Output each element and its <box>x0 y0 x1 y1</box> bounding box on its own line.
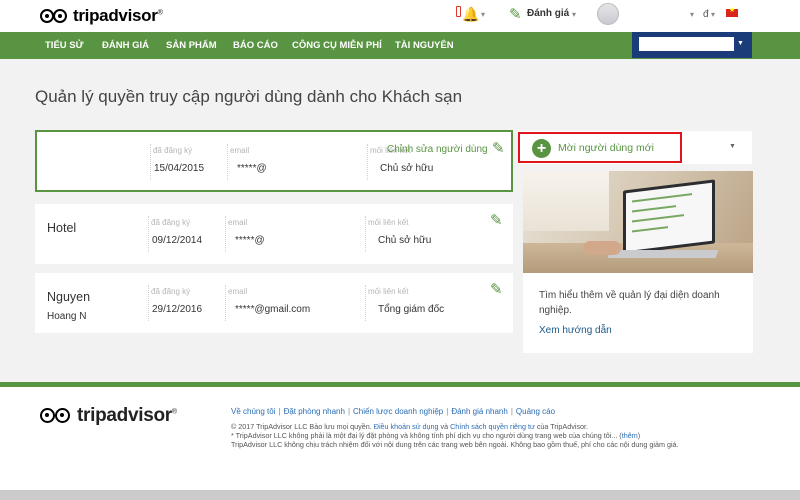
bell-icon[interactable]: 🔔 <box>462 6 479 23</box>
footer-legal-text: © 2017 TripAdvisor LLC Bảo lưu mọi quyền… <box>231 422 711 449</box>
conjunction-text: và <box>438 422 451 431</box>
nav-item-resources[interactable]: TÀI NGUYÊN <box>395 40 454 51</box>
owl-logo-icon <box>40 8 70 25</box>
promo-text: Tìm hiểu thêm về quản lý đại diện doanh … <box>539 290 720 316</box>
footer-link-quick-review[interactable]: Đánh giá nhanh <box>451 407 508 416</box>
currency-selector[interactable]: đ <box>703 9 709 20</box>
property-selector[interactable]: ▼ <box>632 32 752 58</box>
chevron-down-icon[interactable]: ▾ <box>572 10 576 19</box>
property-name-redacted <box>639 37 734 51</box>
footer-link-quick-booking[interactable]: Đặt phòng nhanh <box>284 407 345 416</box>
footer-link-advertising[interactable]: Quảng cáo <box>516 407 555 416</box>
disclaimer-text: * TripAdvisor LLC không phải là một đại … <box>231 431 622 440</box>
help-promo-panel: Tìm hiểu thêm về quản lý đại diện doanh … <box>523 171 753 353</box>
user-card[interactable]: Hotel đã đăng ký 09/12/2014 email *****@… <box>35 204 513 264</box>
relation-column: mối liên kết Chủ sở hữu <box>365 216 475 252</box>
user-email: *****@gmail.com <box>235 304 311 315</box>
relation-column: mối liên kết Tổng giám đốc <box>365 285 475 321</box>
user-email: *****@ <box>235 235 265 246</box>
registered-date: 09/12/2014 <box>152 235 203 246</box>
pencil-edit-icon[interactable]: ✎ <box>490 280 503 298</box>
invite-user-bar: + Mời người dùng mới ▼ <box>518 131 752 164</box>
page-title: Quản lý quyền truy cập người dùng dành c… <box>35 87 463 106</box>
registered-date: 15/04/2015 <box>154 163 205 174</box>
chevron-down-icon[interactable]: ▾ <box>481 10 485 19</box>
footer: tripadvisor® Về chúng tôi | Đặt phòng nhan… <box>0 382 800 490</box>
terms-link[interactable]: Điều khoản sử dụng <box>374 422 439 431</box>
user-email: *****@ <box>237 163 267 174</box>
registered-label: đã đăng ký <box>151 287 191 296</box>
trademark-mark: ® <box>157 9 163 17</box>
more-link[interactable]: thêm <box>622 431 638 440</box>
registered-column: đã đăng ký 29/12/2016 <box>148 285 224 321</box>
email-column: email *****@ <box>225 216 365 252</box>
disclaimer-close: ) <box>637 431 641 440</box>
relation-label: mối liên kết <box>368 218 409 227</box>
user-relation: Tổng giám đốc <box>378 304 445 315</box>
pencil-edit-icon[interactable]: ✎ <box>492 139 505 157</box>
trademark-mark: ® <box>171 408 177 416</box>
email-label: email <box>230 146 250 155</box>
user-name-secondary: Hoang N <box>47 311 87 322</box>
nav-item-products[interactable]: SẢN PHẨM <box>166 40 217 51</box>
tripadvisor-logo[interactable]: tripadvisor® <box>40 6 163 26</box>
user-name: Nguyen <box>47 290 91 304</box>
privacy-link[interactable]: Chính sách quyền riêng tư <box>450 422 535 431</box>
invite-new-user-label: Mời người dùng mới <box>558 142 654 154</box>
relation-label: mối liên kết <box>368 287 409 296</box>
pencil-edit-icon[interactable]: ✎ <box>490 211 503 229</box>
phone-icon[interactable] <box>456 6 461 17</box>
edit-user-link[interactable]: Chỉnh sửa người dùng <box>387 144 488 155</box>
user-relation: Chủ sở hữu <box>378 235 432 246</box>
user-name: Hotel <box>47 221 77 235</box>
write-review-icon[interactable]: ✎ <box>509 5 522 23</box>
registered-column: đã đăng ký 15/04/2015 <box>150 144 226 180</box>
plus-circle-icon: + <box>532 139 551 158</box>
top-header: tripadvisor® 🔔 ▾ ✎ Đánh giá ▾ ▾ đ ▾ <box>0 0 800 32</box>
user-card[interactable]: Nguyen Hoang N đã đăng ký 29/12/2016 ema… <box>35 273 513 333</box>
user-relation: Chủ sở hữu <box>380 163 434 174</box>
footer-link-business-strategy[interactable]: Chiến lược doanh nghiệp <box>353 407 443 416</box>
footer-links: Về chúng tôi | Đặt phòng nhanh | Chiến lược … <box>231 407 556 416</box>
footer-logo[interactable]: tripadvisor® <box>40 405 177 427</box>
registered-date: 29/12/2016 <box>152 304 203 315</box>
email-label: email <box>228 218 248 227</box>
copyright-text: © 2017 TripAdvisor LLC Bảo lưu mọi quyền… <box>231 422 374 431</box>
brand-name: tripadvisor <box>77 405 172 426</box>
page-bottom-strip <box>0 490 800 500</box>
nav-item-profile[interactable]: TIỂU SỬ <box>45 40 84 51</box>
avatar[interactable] <box>597 3 619 25</box>
invite-new-user-button[interactable]: + Mời người dùng mới <box>518 132 682 163</box>
email-column: email *****@ <box>227 144 367 180</box>
copyright-suffix: của TripAdvisor. <box>534 422 588 431</box>
chevron-down-icon: ▼ <box>737 40 744 47</box>
laptop-photo <box>523 171 753 273</box>
email-label: email <box>228 287 248 296</box>
registered-label: đã đăng ký <box>153 146 193 155</box>
brand-name: tripadvisor <box>73 6 158 25</box>
nav-item-reviews[interactable]: ĐÁNH GIÁ <box>102 40 149 51</box>
chevron-down-icon[interactable]: ▾ <box>690 10 694 19</box>
nav-item-free-tools[interactable]: CÔNG CỤ MIỄN PHÍ <box>292 40 382 51</box>
owl-logo-icon <box>40 407 74 425</box>
nav-item-reports[interactable]: BÁO CÁO <box>233 40 278 51</box>
username-redacted[interactable] <box>627 8 687 20</box>
email-column: email *****@gmail.com <box>225 285 365 321</box>
view-guide-link[interactable]: Xem hướng dẫn <box>539 325 612 336</box>
disclaimer-2: TripAdvisor LLC không chịu trách nhiệm đ… <box>231 440 679 449</box>
user-card[interactable]: đã đăng ký 15/04/2015 email *****@ mối l… <box>35 130 513 192</box>
chevron-down-icon[interactable]: ▼ <box>729 143 736 150</box>
vietnam-flag-icon[interactable] <box>726 6 738 17</box>
chevron-down-icon[interactable]: ▾ <box>711 10 715 19</box>
registered-column: đã đăng ký 09/12/2014 <box>148 216 224 252</box>
footer-link-about[interactable]: Về chúng tôi <box>231 407 275 416</box>
write-review-link[interactable]: Đánh giá <box>527 8 569 19</box>
registered-label: đã đăng ký <box>151 218 191 227</box>
